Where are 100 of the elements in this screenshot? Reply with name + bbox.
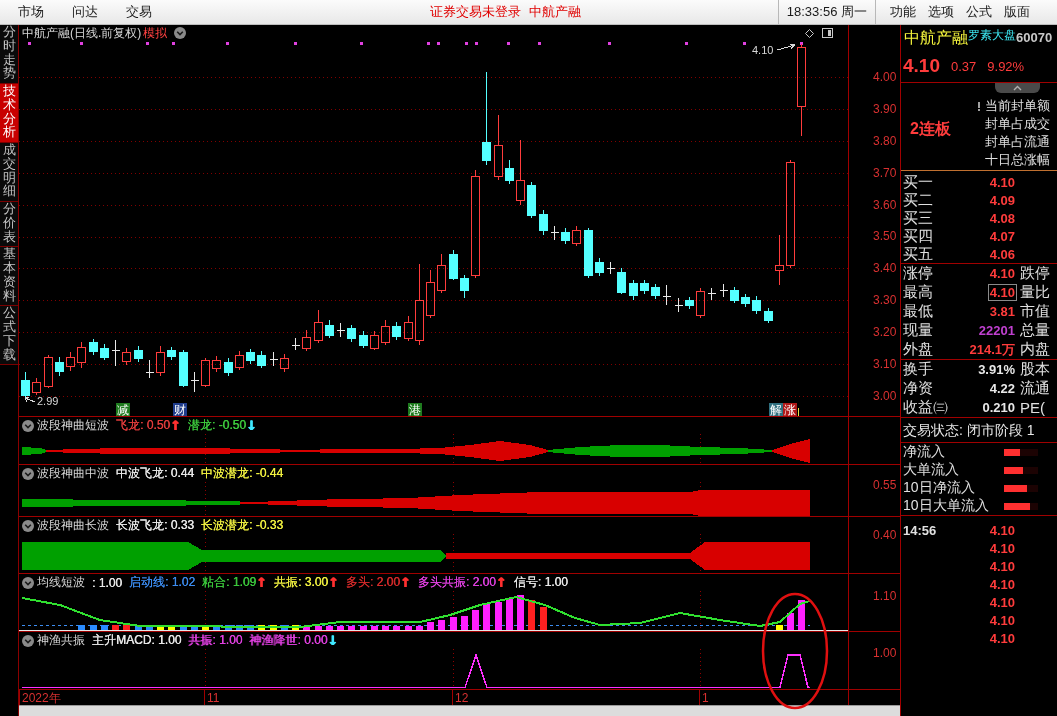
collapse-button[interactable] <box>995 83 1040 93</box>
indicator-value: 飞龙: 0.50 <box>116 417 171 434</box>
event-tag: 减 <box>116 403 130 416</box>
indicator-name: 均线短波 <box>37 574 85 591</box>
histogram-bar <box>393 626 400 630</box>
trend-arrow: ↓ <box>327 633 339 648</box>
side-tab[interactable]: 技术分析 <box>0 84 18 143</box>
diamond-icon[interactable] <box>805 28 814 38</box>
stock-name: 中航产融 <box>904 28 968 47</box>
side-tab[interactable]: 公式下载 <box>0 306 18 366</box>
indicator-name: 神渔共振 <box>37 632 85 649</box>
high-price-label: 4.10 <box>752 44 774 56</box>
candlestick <box>235 350 244 371</box>
price-axis-label: 3.30 <box>873 292 898 309</box>
price-axis-label: 3.20 <box>873 324 898 341</box>
menu-item[interactable]: 市场 <box>8 0 54 24</box>
price-change: 0.37 <box>951 58 977 74</box>
doji-candlestick <box>291 337 300 351</box>
candlestick <box>212 355 221 373</box>
stat-value: 22201 <box>977 322 1016 339</box>
doji-candlestick <box>111 339 120 367</box>
bid-price: 4.09 <box>988 192 1016 209</box>
chevron-down-icon[interactable] <box>22 419 34 432</box>
stat-label: 最高 <box>903 283 934 302</box>
chevron-down-icon[interactable] <box>174 27 187 39</box>
toolbar-menu-item[interactable]: 版面 <box>998 0 1036 24</box>
histogram-bar <box>247 625 254 630</box>
price-axis-label: 4.00 <box>873 69 898 85</box>
stat-label: 换手 <box>903 360 934 379</box>
candlestick <box>505 159 514 185</box>
chevron-down-icon[interactable] <box>22 634 34 647</box>
side-tab[interactable]: 分时走势 <box>0 25 18 84</box>
bid-label: 买一 <box>903 173 934 192</box>
menu-item[interactable]: 交易 <box>116 0 162 24</box>
side-tab[interactable]: 分价表 <box>0 202 18 248</box>
login-status: 证券交易未登录 <box>430 3 521 21</box>
stat-label: 收益㈢ <box>903 398 949 417</box>
side-tab[interactable]: 成交明细 <box>0 143 18 202</box>
candlestick <box>460 274 469 299</box>
candlestick <box>32 377 41 396</box>
stat-label: 最低 <box>903 302 934 321</box>
chevron-down-icon[interactable] <box>22 467 34 480</box>
histogram-bar <box>337 626 344 630</box>
histogram-bar <box>258 625 265 630</box>
doji-candlestick <box>707 287 716 301</box>
candlestick <box>617 267 626 295</box>
histogram-bar <box>157 625 164 630</box>
toolbar-menu-item[interactable]: 功能 <box>884 0 922 24</box>
stat-value: 214.1万 <box>968 341 1016 358</box>
tick-price: 4.10 <box>988 593 1016 611</box>
chevron-down-icon[interactable] <box>22 576 34 589</box>
stat-label: 量比 <box>1020 283 1051 302</box>
side-tab[interactable]: 基本资料 <box>0 247 18 307</box>
bid-price: 4.06 <box>988 246 1016 263</box>
indicator-name: 波段神曲中波 <box>37 465 109 482</box>
menu-item[interactable]: 问达 <box>62 0 108 24</box>
chart-title: 中航产融(日线.前复权) <box>22 25 142 42</box>
date-axis-label: 2022年 <box>22 691 61 705</box>
date-axis-label: 12 <box>455 691 469 705</box>
bid-price: 4.08 <box>988 210 1016 227</box>
streak-label: 2连板 <box>909 119 952 139</box>
stat-value: 3.81 <box>988 303 1016 320</box>
stat-label: 股本 <box>1020 360 1051 379</box>
info-mark-icon <box>977 101 981 111</box>
toolbar-menu-item[interactable]: 公式 <box>960 0 998 24</box>
price-axis-label: 3.90 <box>873 100 898 117</box>
histogram-bar <box>787 613 794 630</box>
candlestick <box>764 307 773 324</box>
candlestick <box>640 279 649 295</box>
leader-arrow <box>24 396 36 403</box>
histogram-bar <box>191 625 198 630</box>
indicator-axis-label: 0.40 <box>873 527 898 543</box>
chevron-down-icon[interactable] <box>22 519 34 532</box>
candlestick <box>685 296 694 310</box>
leader-arrow <box>776 43 796 51</box>
flow-label: 净流入 <box>903 443 946 461</box>
stock-name-label: 中航产融 <box>529 3 581 21</box>
indicator-value: 启动线: 1.02 <box>129 574 196 591</box>
histogram-bar <box>371 626 378 630</box>
candlestick <box>167 346 176 361</box>
indicator-name: 波段神曲长波 <box>37 517 109 534</box>
trend-arrow: ↑ <box>495 575 507 590</box>
event-tag: 港 <box>408 403 422 416</box>
histogram-bar <box>528 600 535 630</box>
stat-label: PE( <box>1020 399 1046 416</box>
indicator-value: 神渔降世: 0.00 <box>249 632 328 649</box>
tick-time: 14:56 <box>903 522 938 538</box>
stat-value: 4.10 <box>988 265 1016 282</box>
toolbar-menu-item[interactable]: 选项 <box>922 0 960 24</box>
event-tag: 涨 <box>783 403 797 416</box>
histogram-bar <box>135 625 142 630</box>
candlestick <box>359 330 368 349</box>
bid-label: 买三 <box>903 209 934 228</box>
candlestick <box>381 319 390 346</box>
candlestick <box>516 139 525 206</box>
candlestick <box>584 227 593 279</box>
panel-toggle-icon[interactable] <box>822 28 833 38</box>
tick-price: 4.10 <box>988 575 1016 593</box>
tick-price: 4.10 <box>988 611 1016 629</box>
chevron-up-icon <box>1013 85 1022 91</box>
